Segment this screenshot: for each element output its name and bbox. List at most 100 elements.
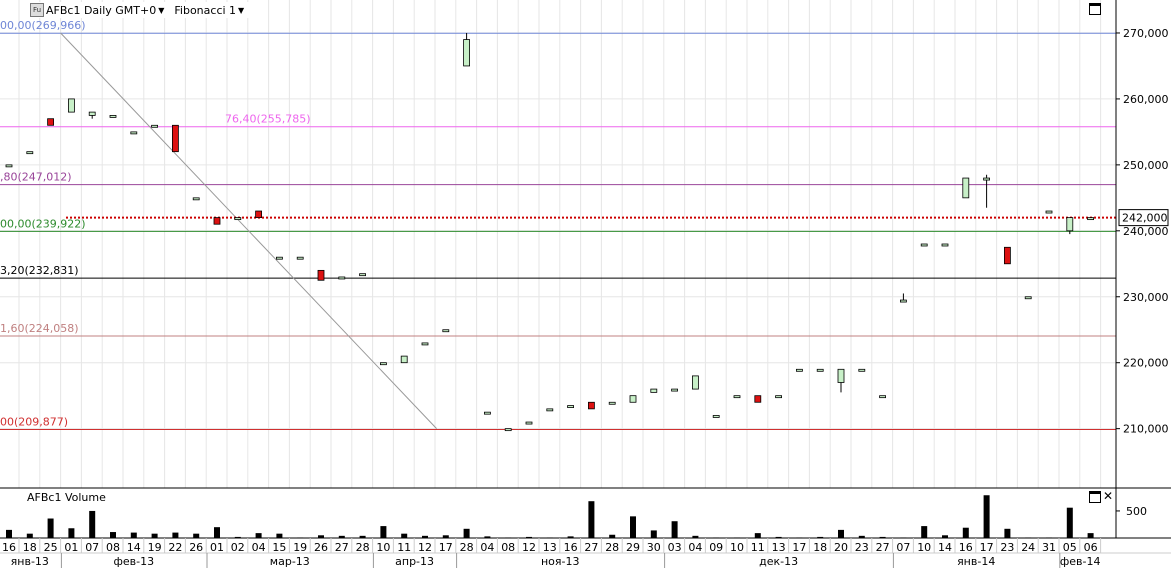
candle-body bbox=[858, 368, 866, 372]
date-tick-label: 01 bbox=[64, 541, 78, 554]
candle-body bbox=[775, 395, 782, 399]
date-tick-label: 13 bbox=[772, 541, 786, 554]
volume-bar bbox=[567, 536, 574, 538]
candle-body bbox=[338, 276, 346, 280]
date-tick-label: 14 bbox=[938, 541, 952, 554]
volume-bar bbox=[1087, 533, 1094, 538]
candle-body bbox=[130, 131, 138, 135]
candle-body bbox=[1024, 296, 1032, 300]
date-tick-label: 04 bbox=[688, 541, 702, 554]
date-tick-label: 28 bbox=[460, 541, 474, 554]
volume-bar bbox=[609, 534, 616, 538]
candle-body bbox=[525, 421, 533, 425]
candle-body bbox=[629, 395, 637, 403]
volume-bar bbox=[422, 535, 428, 538]
volume-bar bbox=[297, 537, 304, 538]
date-tick-label: 27 bbox=[876, 541, 890, 554]
candle-body bbox=[379, 362, 387, 366]
candle-body bbox=[26, 151, 34, 155]
volume-bar bbox=[900, 537, 907, 538]
date-tick-label: 08 bbox=[501, 541, 515, 554]
month-label: фев-14 bbox=[1060, 555, 1101, 568]
volume-bar bbox=[151, 533, 158, 538]
volume-bar bbox=[630, 516, 636, 538]
date-tick-label: 26 bbox=[314, 541, 328, 554]
candle-body bbox=[1004, 246, 1011, 265]
fib-level-label: 00(209,877) bbox=[0, 415, 68, 428]
volume-bar bbox=[214, 527, 220, 538]
volume-bar bbox=[110, 532, 116, 538]
volume-bar bbox=[380, 526, 387, 538]
candle-body bbox=[796, 368, 803, 372]
volume-bar bbox=[130, 532, 137, 538]
volume-bar bbox=[505, 537, 512, 538]
dropdown-caret-icon[interactable]: ▼ bbox=[158, 6, 164, 15]
date-tick-label: 26 bbox=[189, 541, 203, 554]
date-tick-label: 11 bbox=[397, 541, 411, 554]
candle-body bbox=[983, 177, 990, 181]
candle-body bbox=[941, 243, 949, 247]
candle-body bbox=[234, 217, 242, 221]
volume-bar bbox=[526, 536, 532, 538]
date-tick-label: 10 bbox=[730, 541, 744, 554]
candle-body bbox=[317, 269, 325, 281]
volume-bar bbox=[276, 533, 283, 538]
volume-bar bbox=[942, 535, 948, 538]
date-tick-label: 07 bbox=[85, 541, 99, 554]
symbol-selector[interactable]: AFBc1 Daily GMT+0 bbox=[46, 4, 156, 17]
volume-bar bbox=[89, 510, 96, 538]
date-tick-label: 24 bbox=[1021, 541, 1035, 554]
volume-panel-title: AFBc1 Volume bbox=[27, 491, 106, 504]
candle-body bbox=[442, 329, 450, 333]
candle-body bbox=[608, 401, 616, 405]
candle-body bbox=[962, 177, 970, 199]
date-tick-label: 17 bbox=[439, 541, 453, 554]
close-icon[interactable]: ✕ bbox=[1103, 490, 1113, 502]
month-label: ноя-13 bbox=[541, 555, 580, 568]
date-tick-label: 10 bbox=[917, 541, 931, 554]
candle-body bbox=[754, 395, 762, 403]
maximize-icon[interactable] bbox=[1089, 3, 1101, 15]
candle-body bbox=[837, 368, 845, 383]
fib-level-label: 1,60(224,058) bbox=[0, 322, 79, 335]
date-tick-label: 29 bbox=[626, 541, 640, 554]
volume-bar bbox=[546, 537, 553, 538]
candle-body bbox=[567, 405, 574, 408]
volume-bar bbox=[1025, 537, 1032, 538]
candle-body bbox=[400, 355, 408, 364]
volume-bar bbox=[318, 535, 324, 538]
volume-bar bbox=[1066, 507, 1073, 538]
date-tick-label: 16 bbox=[2, 541, 16, 554]
fib-level-label: 76,40(255,785) bbox=[225, 113, 311, 126]
volume-bar bbox=[172, 532, 179, 538]
date-tick-label: 25 bbox=[44, 541, 58, 554]
date-tick-label: 18 bbox=[813, 541, 827, 554]
date-tick-label: 23 bbox=[855, 541, 869, 554]
candle-body bbox=[171, 124, 179, 153]
date-tick-label: 19 bbox=[148, 541, 162, 554]
volume-bar bbox=[879, 536, 886, 538]
maximize-icon[interactable] bbox=[1089, 491, 1101, 503]
volume-bar bbox=[6, 529, 12, 538]
date-tick-label: 06 bbox=[1084, 541, 1098, 554]
candle-body bbox=[1045, 210, 1053, 214]
date-tick-label: 14 bbox=[127, 541, 141, 554]
chart-canvas[interactable]: 00,00(269,966) 76,40(255,785) ,80(247,012)… bbox=[0, 0, 1171, 568]
month-label: янв-13 bbox=[11, 555, 49, 568]
volume-tick-label: 500 bbox=[1126, 505, 1147, 518]
dropdown-caret-icon[interactable]: ▼ bbox=[238, 6, 244, 15]
fu-icon[interactable]: Fu bbox=[30, 3, 44, 17]
study-selector[interactable]: Fibonacci 1 bbox=[174, 4, 236, 17]
price-tick-label: 250,000 bbox=[1123, 159, 1169, 172]
fib-level-label: 3,20(232,831) bbox=[0, 264, 79, 277]
volume-bar bbox=[484, 536, 491, 538]
candle-body bbox=[88, 111, 96, 116]
volume-bar bbox=[255, 533, 262, 538]
volume-bar bbox=[1046, 537, 1052, 538]
date-tick-label: 17 bbox=[980, 541, 994, 554]
candle-body bbox=[255, 210, 263, 219]
candle-body bbox=[1066, 217, 1074, 232]
volume-bar bbox=[838, 529, 844, 538]
date-tick-label: 27 bbox=[584, 541, 598, 554]
price-tick-label: 270,000 bbox=[1123, 27, 1169, 40]
